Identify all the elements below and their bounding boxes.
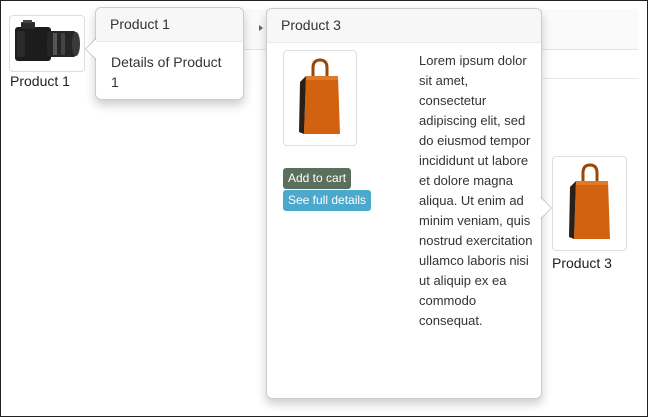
product-1-popover: Product 1 Details of Product 1	[85, 7, 244, 100]
product-description: Lorem ipsum dolor sit amet, consectetur …	[419, 53, 533, 328]
shopping-bag-icon	[298, 56, 342, 141]
popover-body: Details of Product 1	[111, 54, 222, 90]
product-1-thumbnail[interactable]	[9, 15, 85, 72]
product-3-thumbnail[interactable]	[552, 156, 627, 251]
popover-title: Product 1	[96, 8, 243, 42]
popover-product-image	[283, 50, 357, 146]
background-divider	[543, 78, 639, 79]
caret-right-icon	[259, 25, 263, 31]
product-3-caption: Product 3	[552, 255, 612, 271]
add-to-cart-button[interactable]: Add to cart	[283, 168, 352, 189]
shopping-bag-icon	[568, 161, 612, 246]
popover-title: Product 3	[267, 9, 541, 43]
product-1-caption: Product 1	[10, 73, 70, 89]
see-full-details-button[interactable]: See full details	[283, 190, 372, 211]
camera-icon	[13, 17, 81, 70]
